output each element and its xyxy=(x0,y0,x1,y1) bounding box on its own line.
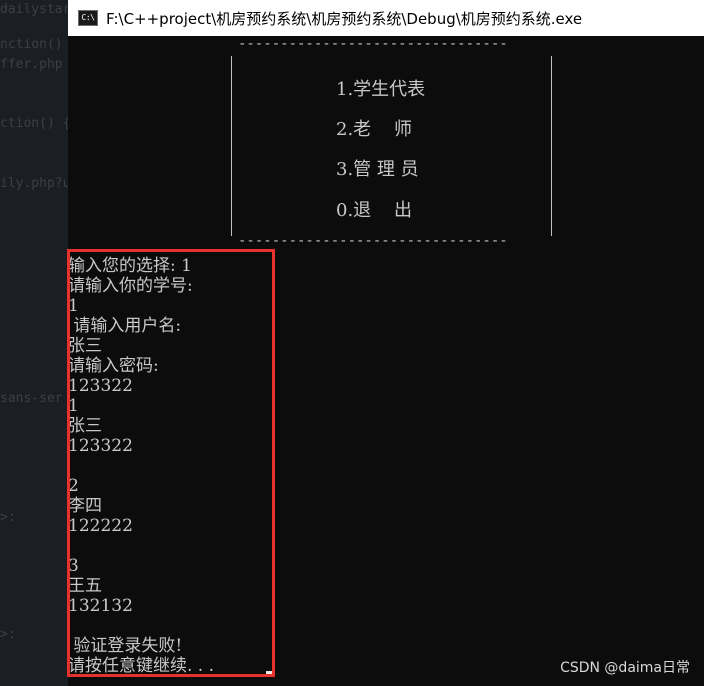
console-output: 输入您的选择: 1 请输入你的学号: 1 请输入用户名: 张三 请输入密码: 1… xyxy=(68,256,273,676)
menu-item-teacher: 2.老 师 xyxy=(336,119,413,140)
console-line: 请按任意键继续. . . xyxy=(68,656,215,676)
background-editor-strip: dailystar nction() { ffer.php ction() { … xyxy=(0,0,68,686)
console-line: 123322 xyxy=(68,376,133,396)
console-line: 张三 xyxy=(68,416,102,436)
console-line: 122222 xyxy=(68,516,133,536)
console-line: 2 xyxy=(68,476,79,496)
bg-code-line: sans-ser xyxy=(0,391,63,406)
console-app-icon: C:\ xyxy=(78,10,98,26)
menu-border-left xyxy=(231,56,232,236)
bg-code-line: dailystar xyxy=(0,2,68,17)
menu-border-bottom: -------------------------------- xyxy=(238,233,508,249)
console-line: 1 xyxy=(68,396,79,416)
console-line: 验证登录失败! xyxy=(68,636,183,656)
bg-code-line: ction() { xyxy=(0,116,68,131)
console-line: 132132 xyxy=(68,596,133,616)
console-line: 请输入你的学号: xyxy=(68,276,193,296)
menu-item-student: 1.学生代表 xyxy=(336,79,426,100)
console-line: 请输入密码: xyxy=(68,356,159,376)
menu-item-exit: 0.退 出 xyxy=(336,200,413,221)
window-title: F:\C++project\机房预约系统\机房预约系统\Debug\机房预约系统… xyxy=(106,9,583,28)
bg-code-line: >: xyxy=(0,627,16,642)
console-line: 李四 xyxy=(68,496,102,516)
bg-code-line: >: xyxy=(0,510,16,525)
console-line: 王五 xyxy=(68,576,102,596)
watermark: CSDN @daima日常 xyxy=(560,660,690,676)
bg-code-line: nction() { xyxy=(0,37,68,52)
menu-item-admin: 3.管 理 员 xyxy=(336,159,419,180)
console-cursor xyxy=(266,671,273,675)
console-line: 张三 xyxy=(68,336,102,356)
console-line: 123322 xyxy=(68,436,133,456)
console-line: 输入您的选择: 1 xyxy=(68,256,192,276)
menu-border-top: -------------------------------- xyxy=(238,36,508,52)
console-line: 1 xyxy=(68,296,79,316)
console-line: 请输入用户名: xyxy=(68,316,182,336)
console-line: 3 xyxy=(68,556,79,576)
bg-code-line: ffer.php xyxy=(0,57,63,72)
bg-code-line: ily.php?u xyxy=(0,176,68,191)
window-title-bar[interactable]: C:\ F:\C++project\机房预约系统\机房预约系统\Debug\机房… xyxy=(68,0,704,36)
menu-border-right xyxy=(551,56,552,236)
